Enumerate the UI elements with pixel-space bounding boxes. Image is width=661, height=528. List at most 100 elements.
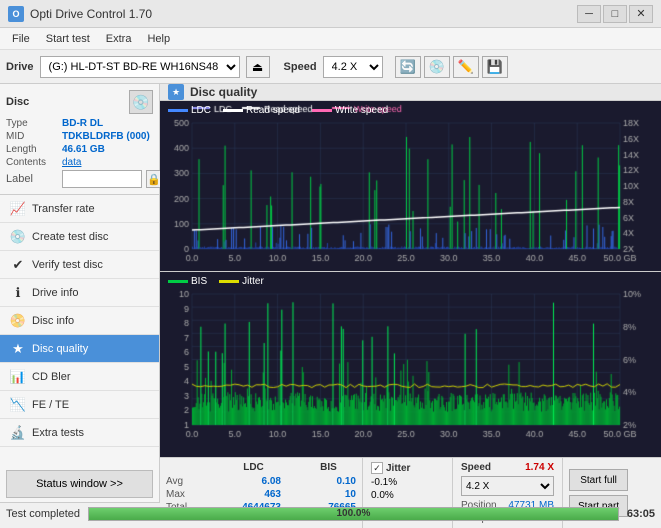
- main-layout: Disc 💿 Type BD-R DL MID TDKBLDRFB (000) …: [0, 84, 661, 502]
- nav-extra-tests[interactable]: 🔬 Extra tests: [0, 419, 159, 447]
- nav-disc-info-label: Disc info: [32, 315, 74, 327]
- eject-button[interactable]: ⏏: [246, 56, 270, 78]
- drivebar: Drive (G:) HL-DT-ST BD-RE WH16NS48 1.D3 …: [0, 50, 661, 84]
- nav-disc-info[interactable]: 📀 Disc info: [0, 307, 159, 335]
- disc-mid-key: MID: [6, 131, 58, 142]
- menubar: File Start test Extra Help: [0, 28, 661, 50]
- disc-length-row: Length 46.61 GB: [6, 144, 153, 155]
- disc-label-input[interactable]: [62, 170, 142, 188]
- disc-quality-header-icon: ★: [168, 84, 184, 100]
- jitter-checkbox[interactable]: ✓: [371, 462, 383, 474]
- close-button[interactable]: ✕: [629, 5, 653, 23]
- drive-info-icon: ℹ: [10, 285, 26, 301]
- create-test-disc-icon: 💿: [10, 229, 26, 245]
- disc-length-key: Length: [6, 144, 58, 155]
- nav-verify-test-disc-label: Verify test disc: [32, 259, 103, 271]
- menu-start-test[interactable]: Start test: [38, 31, 98, 47]
- speed-select[interactable]: 4.2 X: [323, 56, 383, 78]
- disc-info-icon: 📀: [10, 313, 26, 329]
- drive-select[interactable]: (G:) HL-DT-ST BD-RE WH16NS48 1.D3: [40, 56, 240, 78]
- speed-stat-select[interactable]: 4.2 X: [461, 476, 554, 496]
- bis-max: 10: [301, 489, 356, 500]
- disc-label-key: Label: [6, 173, 58, 185]
- disc-contents-row: Contents data: [6, 157, 153, 168]
- nav-drive-info[interactable]: ℹ Drive info: [0, 279, 159, 307]
- bis-col-header: BIS: [301, 462, 356, 473]
- write-speed-legend-item: Write speed: [312, 105, 388, 116]
- jitter-legend-item: Jitter: [219, 276, 264, 287]
- bis-legend: BIS Jitter: [168, 276, 264, 287]
- nav-disc-quality[interactable]: ★ Disc quality: [0, 335, 159, 363]
- menu-help[interactable]: Help: [139, 31, 178, 47]
- disc-type-row: Type BD-R DL: [6, 118, 153, 129]
- maximize-button[interactable]: □: [603, 5, 627, 23]
- jitter-max-val: 0.0%: [371, 490, 394, 501]
- nav-fe-te[interactable]: 📉 FE / TE: [0, 391, 159, 419]
- disc-label-row: Label 🔒: [6, 170, 153, 188]
- write-button[interactable]: ✏️: [453, 56, 479, 78]
- sidebar: Disc 💿 Type BD-R DL MID TDKBLDRFB (000) …: [0, 84, 160, 502]
- progress-bar: 100.0%: [88, 507, 619, 521]
- jitter-legend-label: Jitter: [242, 276, 264, 287]
- nav-cd-bler-label: CD Bler: [32, 371, 71, 383]
- transfer-rate-icon: 📈: [10, 201, 26, 217]
- avg-row: Avg 6.08 0.10: [166, 476, 356, 487]
- disc-type-val: BD-R DL: [62, 118, 103, 129]
- ldc-chart: LDC Read speed Write speed: [160, 101, 661, 272]
- jitter-header: ✓ Jitter: [371, 462, 444, 474]
- disc-length-val: 46.61 GB: [62, 144, 105, 155]
- ldc-legend: LDC Read speed Write speed: [168, 105, 388, 116]
- speed-label: Speed: [284, 61, 317, 73]
- nav-transfer-rate-label: Transfer rate: [32, 203, 95, 215]
- refresh-button[interactable]: 🔄: [395, 56, 421, 78]
- status-text: Test completed: [6, 508, 80, 520]
- bis-legend-color: [168, 280, 188, 283]
- extra-tests-icon: 🔬: [10, 425, 26, 441]
- app-title: Opti Drive Control 1.70: [30, 7, 152, 21]
- menu-extra[interactable]: Extra: [98, 31, 140, 47]
- nav-cd-bler[interactable]: 📊 CD Bler: [0, 363, 159, 391]
- speed-stat-label: Speed: [461, 462, 491, 473]
- ldc-max: 463: [226, 489, 281, 500]
- nav-extra-tests-label: Extra tests: [32, 427, 84, 439]
- titlebar: O Opti Drive Control 1.70 ─ □ ✕: [0, 0, 661, 28]
- disc-button[interactable]: 💿: [424, 56, 450, 78]
- drive-label: Drive: [6, 61, 34, 73]
- status-window-button[interactable]: Status window >>: [6, 470, 153, 498]
- bis-chart: BIS Jitter: [160, 272, 661, 457]
- bis-legend-label: BIS: [191, 276, 207, 287]
- disc-image-button[interactable]: 💿: [129, 90, 153, 114]
- max-label: Max: [166, 489, 206, 500]
- start-full-button[interactable]: Start full: [569, 469, 628, 491]
- ldc-col-header: LDC: [226, 462, 281, 473]
- write-speed-legend-label: Write speed: [335, 105, 388, 116]
- disc-type-key: Type: [6, 118, 58, 129]
- ldc-legend-label: LDC: [191, 105, 211, 116]
- cd-bler-icon: 📊: [10, 369, 26, 385]
- fe-te-icon: 📉: [10, 397, 26, 413]
- nav-create-test-disc[interactable]: 💿 Create test disc: [0, 223, 159, 251]
- save-button[interactable]: 💾: [482, 56, 508, 78]
- speed-stat-val: 1.74 X: [525, 462, 554, 473]
- nav-create-test-disc-label: Create test disc: [32, 231, 108, 243]
- minimize-button[interactable]: ─: [577, 5, 601, 23]
- jitter-avg-val: -0.1%: [371, 477, 397, 488]
- bis-avg: 0.10: [301, 476, 356, 487]
- read-speed-legend-item: Read speed: [223, 105, 300, 116]
- read-speed-legend-color: [223, 109, 243, 112]
- menu-file[interactable]: File: [4, 31, 38, 47]
- ldc-legend-color: [168, 109, 188, 112]
- status-time: 63:05: [627, 508, 655, 520]
- nav-verify-test-disc[interactable]: ✔ Verify test disc: [0, 251, 159, 279]
- stats-empty: [166, 462, 206, 473]
- bis-legend-item: BIS: [168, 276, 207, 287]
- speed-header-row: Speed 1.74 X: [461, 462, 554, 473]
- nav-transfer-rate[interactable]: 📈 Transfer rate: [0, 195, 159, 223]
- nav-disc-quality-label: Disc quality: [32, 343, 88, 355]
- nav-drive-info-label: Drive info: [32, 287, 78, 299]
- disc-quality-title: Disc quality: [190, 85, 257, 99]
- disc-panel: Disc 💿 Type BD-R DL MID TDKBLDRFB (000) …: [0, 84, 159, 195]
- disc-contents-val[interactable]: data: [62, 157, 81, 168]
- stats-headers: LDC BIS: [166, 462, 356, 473]
- verify-test-disc-icon: ✔: [10, 257, 26, 273]
